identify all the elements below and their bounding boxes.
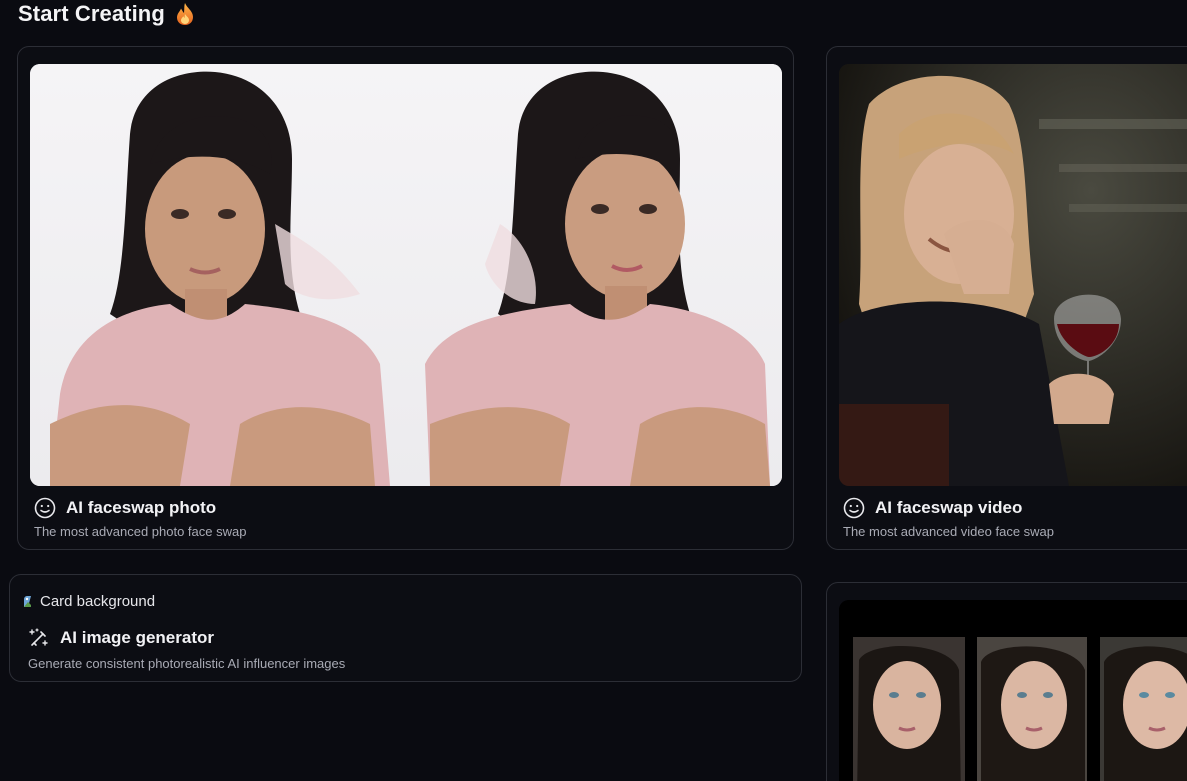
section-title: Start Creating (18, 0, 195, 28)
image-generator-title: AI image generator (60, 628, 214, 647)
smiley-face-icon (34, 497, 56, 519)
smiley-face-icon (843, 497, 865, 519)
woman-laughing-wine-glass-photo (839, 64, 1187, 486)
faceswap-video-title-row: AI faceswap video (843, 497, 1022, 519)
portraits-thumbnail (839, 600, 1187, 781)
image-generator-title-row: AI image generator (28, 627, 214, 649)
magic-wand-icon (29, 628, 48, 646)
faceswap-photo-title-row: AI faceswap photo (34, 497, 216, 519)
faceswap-video-card[interactable]: AI faceswap video The most advanced vide… (826, 46, 1187, 550)
fire-icon (176, 3, 193, 25)
portraits-card[interactable] (826, 582, 1187, 781)
faceswap-photo-subtitle: The most advanced photo face swap (34, 524, 247, 539)
three-women-portraits-photo (839, 600, 1187, 781)
faceswap-video-title: AI faceswap video (875, 498, 1023, 517)
broken-image-icon (24, 595, 31, 607)
faceswap-photo-thumbnail (30, 64, 782, 486)
faceswap-video-thumbnail (839, 64, 1187, 486)
image-generator-subtitle: Generate consistent photorealistic AI in… (28, 656, 346, 671)
image-generator-card[interactable]: Card background AI image generator Gener… (9, 574, 802, 682)
card-background-image: Card background (22, 593, 155, 610)
start-creating-page: Start Creating AI faceswap photo The mos… (0, 0, 1187, 781)
card-background-alt-text: Card background (40, 593, 156, 610)
faceswap-photo-card[interactable]: AI faceswap photo The most advanced phot… (17, 46, 794, 550)
faceswap-video-subtitle: The most advanced video face swap (843, 524, 1055, 539)
two-women-pink-shirt-photo (30, 64, 782, 486)
faceswap-photo-title: AI faceswap photo (66, 498, 217, 517)
section-title-text: Start Creating (18, 1, 165, 26)
